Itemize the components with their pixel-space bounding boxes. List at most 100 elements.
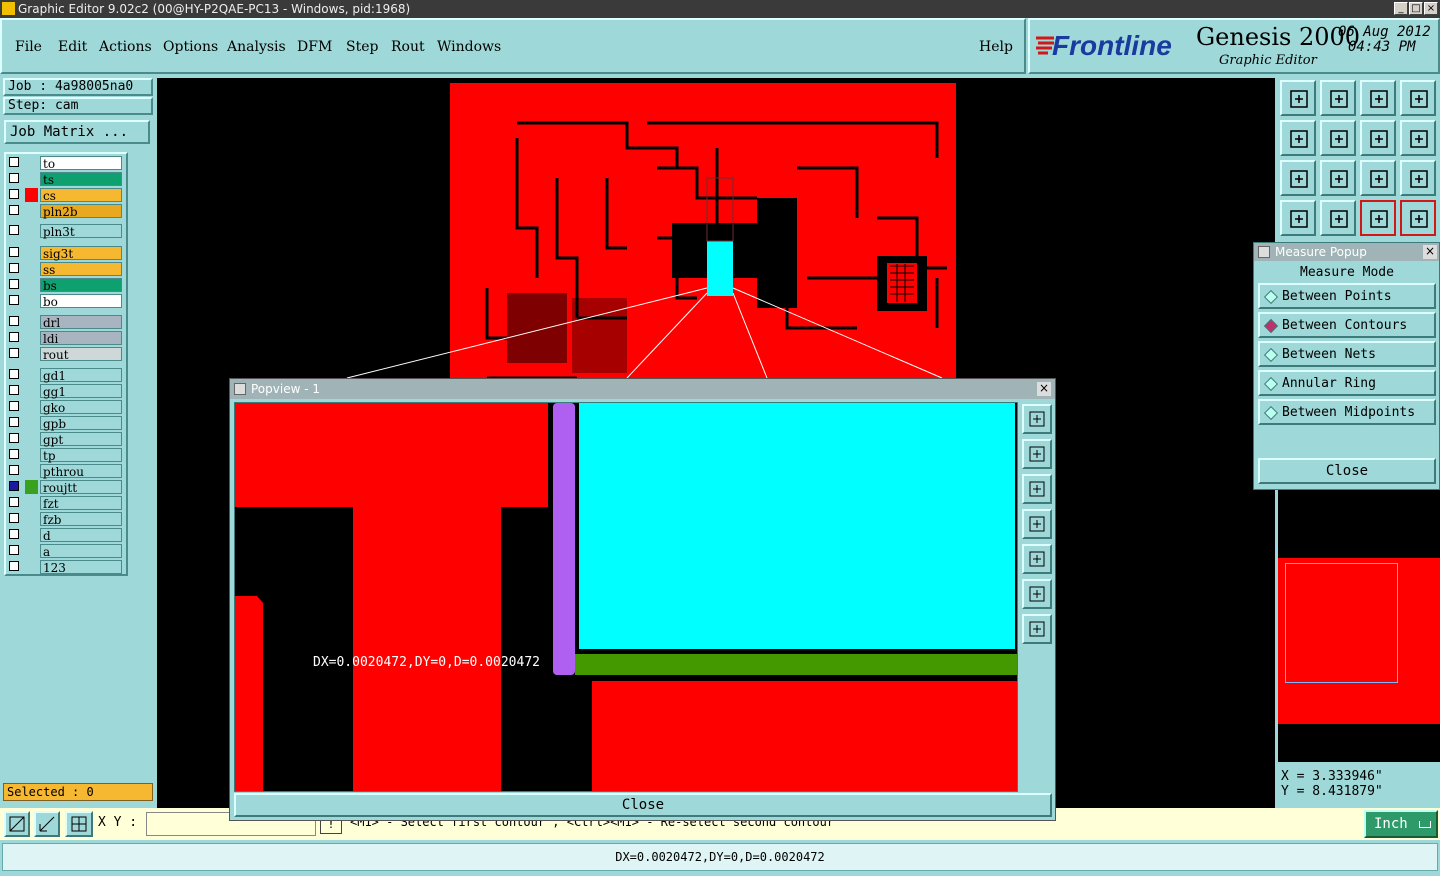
layer-name[interactable]: tp [40, 448, 122, 463]
rotate-icon[interactable] [1360, 120, 1396, 156]
redraw-icon[interactable] [1400, 120, 1436, 156]
layer-checkbox[interactable] [9, 497, 19, 507]
layer-checkbox[interactable] [9, 529, 19, 539]
layer-name[interactable]: roujtt [40, 480, 122, 495]
pan-left-icon[interactable] [1280, 120, 1316, 156]
layer-checkbox[interactable] [9, 205, 19, 215]
layer-row-cs[interactable]: cs [6, 188, 124, 203]
pan-left-icon[interactable] [1022, 509, 1052, 539]
layer-checkbox[interactable] [9, 189, 19, 199]
layer-row-sig3t[interactable]: sig3t [6, 246, 124, 261]
measure-option-between-points[interactable]: Between Points [1258, 283, 1436, 309]
layer-checkbox[interactable] [9, 417, 19, 427]
layer-row-pln3t[interactable]: pln3t [6, 224, 124, 239]
grid-icon[interactable] [65, 811, 93, 837]
layer-row-pthrou[interactable]: pthrou [6, 464, 124, 479]
layer-checkbox[interactable] [9, 279, 19, 289]
layer-name[interactable]: fzb [40, 512, 122, 527]
menu-actions[interactable]: Actions [99, 39, 152, 55]
layer-checkbox[interactable] [9, 433, 19, 443]
menu-file[interactable]: File [15, 39, 42, 55]
menu-windows[interactable]: Windows [437, 39, 501, 55]
menu-edit[interactable]: Edit [58, 39, 87, 55]
scale-one-to-two-icon[interactable] [1360, 160, 1396, 196]
zoom-out-icon[interactable] [1320, 160, 1356, 196]
menu-dfm[interactable]: DFM [297, 39, 332, 55]
layer-row-a[interactable]: a [6, 544, 124, 559]
layer-row-bo[interactable]: bo [6, 294, 124, 309]
measure-ruler-icon[interactable] [1320, 200, 1356, 236]
layer-name[interactable]: gg1 [40, 384, 122, 399]
snap-mode-icon[interactable] [4, 811, 30, 837]
pan-right-icon[interactable] [1320, 120, 1356, 156]
overview-viewport[interactable] [1285, 563, 1398, 683]
layer-name[interactable]: ts [40, 172, 122, 187]
measure-option-between-contours[interactable]: Between Contours [1258, 312, 1436, 338]
layer-row-gg1[interactable]: gg1 [6, 384, 124, 399]
layer-row-to[interactable]: to [6, 156, 124, 171]
measure-close-button[interactable]: Close [1258, 458, 1436, 484]
layer-row-gd1[interactable]: gd1 [6, 368, 124, 383]
pan-up-icon[interactable] [1022, 439, 1052, 469]
layer-name[interactable]: to [40, 156, 122, 171]
layer-name[interactable]: gko [40, 400, 122, 415]
layer-row-ts[interactable]: ts [6, 172, 124, 187]
menu-step[interactable]: Step [346, 39, 378, 55]
layer-checkbox[interactable] [9, 157, 19, 167]
home-icon[interactable] [1360, 80, 1396, 116]
layer-checkbox[interactable] [9, 316, 19, 326]
fit-window-icon[interactable] [1400, 80, 1436, 116]
menu-rout[interactable]: Rout [391, 39, 425, 55]
measure-option-between-midpoints[interactable]: Between Midpoints [1258, 399, 1436, 425]
menu-analysis[interactable]: Analysis [227, 39, 286, 55]
layer-name[interactable]: pln3t [40, 224, 122, 239]
layer-name[interactable]: gd1 [40, 368, 122, 383]
layer-checkbox[interactable] [9, 465, 19, 475]
zoom-back-icon[interactable] [1320, 80, 1356, 116]
menu-help[interactable]: Help [979, 39, 1013, 55]
layer-checkbox[interactable] [9, 449, 19, 459]
layer-name[interactable]: d [40, 528, 122, 543]
layer-row-roujtt[interactable]: roujtt [6, 480, 124, 495]
layer-checkbox[interactable] [9, 173, 19, 183]
popview-close-button[interactable]: Close [234, 793, 1052, 817]
layer-row-d[interactable]: d [6, 528, 124, 543]
layer-name[interactable]: ss [40, 262, 122, 277]
layer-name[interactable]: a [40, 544, 122, 559]
layer-checkbox[interactable] [9, 247, 19, 257]
layer-checkbox[interactable] [9, 385, 19, 395]
layer-row-pln2b[interactable]: pln2b [6, 204, 124, 219]
layer-name[interactable]: pthrou [40, 464, 122, 479]
layer-checkbox[interactable] [9, 561, 19, 571]
pan-down-icon[interactable] [1022, 474, 1052, 504]
job-matrix-button[interactable]: Job Matrix ... [4, 120, 150, 144]
zoom-home-icon[interactable] [1280, 80, 1316, 116]
layer-checkbox[interactable] [9, 513, 19, 523]
zoom-fit-icon[interactable] [1022, 404, 1052, 434]
measure-tool-icon[interactable] [34, 811, 60, 837]
layer-stack-icon[interactable] [1400, 200, 1436, 236]
layer-checkbox[interactable] [9, 295, 19, 305]
layer-name[interactable]: bo [40, 294, 122, 309]
layer-checkbox[interactable] [9, 545, 19, 555]
layer-checkbox[interactable] [9, 225, 19, 235]
close-window-button[interactable]: × [1424, 2, 1438, 15]
layer-name[interactable]: sig3t [40, 246, 122, 261]
layer-compare-icon[interactable] [1360, 200, 1396, 236]
overview-map[interactable] [1278, 490, 1440, 762]
layer-row-drl[interactable]: drl [6, 315, 124, 330]
layer-row-ss[interactable]: ss [6, 262, 124, 277]
layer-name[interactable]: bs [40, 278, 122, 293]
measure-popup-close-icon[interactable]: × [1423, 245, 1437, 259]
layer-checkbox[interactable] [9, 369, 19, 379]
layer-name[interactable]: rout [40, 347, 122, 362]
layer-row-fzb[interactable]: fzb [6, 512, 124, 527]
pan-right-icon[interactable] [1022, 544, 1052, 574]
layer-name[interactable]: 123 [40, 560, 122, 575]
maximize-button[interactable]: □ [1409, 2, 1423, 15]
layer-name[interactable]: gpb [40, 416, 122, 431]
zoom-out-icon[interactable] [1022, 614, 1052, 644]
layer-row-gko[interactable]: gko [6, 400, 124, 415]
layer-name[interactable]: gpt [40, 432, 122, 447]
measure-option-annular-ring[interactable]: Annular Ring [1258, 370, 1436, 396]
